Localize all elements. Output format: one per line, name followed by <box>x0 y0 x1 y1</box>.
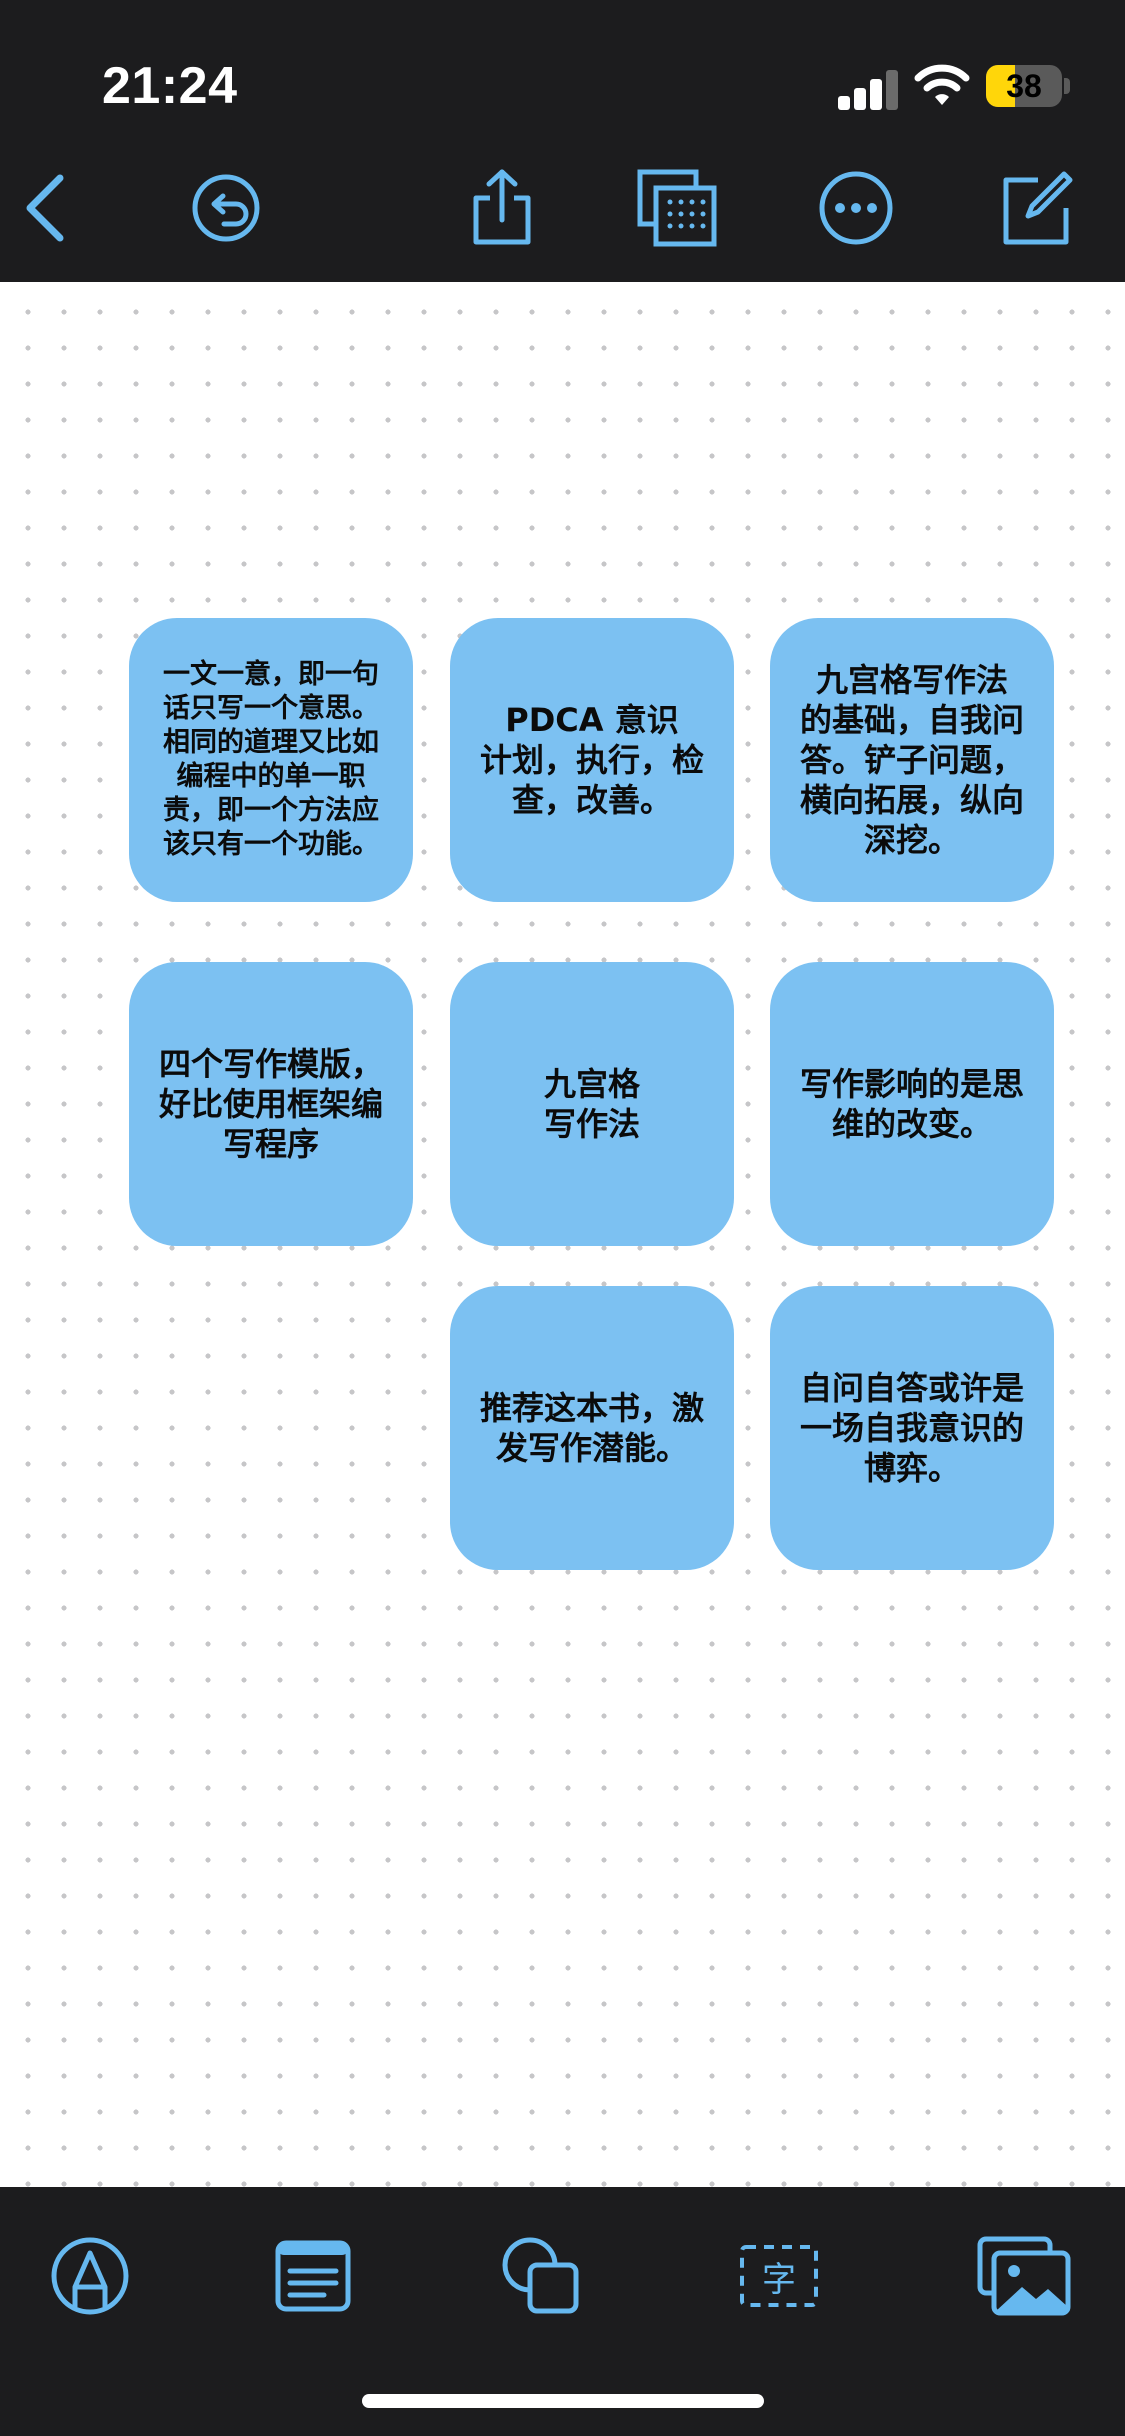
back-chevron-icon <box>26 174 64 242</box>
pen-icon <box>51 2237 129 2315</box>
sticky-note-text: 九宫格 写作法 <box>543 1065 640 1143</box>
top-bar: 21:24 38 <box>0 0 1125 282</box>
battery-indicator: 38 <box>986 65 1070 107</box>
grid-view-button[interactable] <box>636 168 720 248</box>
note-tool-button[interactable] <box>268 2231 358 2321</box>
sticky-note[interactable]: PDCA 意识 计划，执行，检 查，改善。 <box>450 618 734 902</box>
cellular-signal-icon <box>838 68 898 110</box>
compose-icon <box>1003 171 1073 245</box>
photo-tool-button[interactable] <box>976 2231 1072 2321</box>
sticky-note-text: 一文一意，即一句 话只写一个意思。 相同的道理又比如 编程中的单一职 责，即一个… <box>163 659 379 860</box>
more-button[interactable] <box>816 168 896 248</box>
text-box-icon: 字 <box>740 2245 818 2307</box>
freeform-canvas[interactable]: 一文一意，即一句 话只写一个意思。 相同的道理又比如 编程中的单一职 责，即一个… <box>0 282 1125 2187</box>
shapes-icon <box>502 2237 579 2314</box>
sticky-note-text: 写作影响的是思 维的改变。 <box>799 1065 1024 1143</box>
grid-view-icon <box>637 169 717 247</box>
sticky-note[interactable]: 四个写作模版， 好比使用框架编 写程序 <box>129 962 413 1246</box>
sticky-note-text: 推荐这本书，激 发写作潜能。 <box>479 1389 704 1467</box>
text-box-tool-button[interactable]: 字 <box>734 2231 824 2321</box>
share-icon <box>473 169 531 245</box>
svg-text:字: 字 <box>762 2260 796 2300</box>
more-icon <box>819 171 893 245</box>
share-button[interactable] <box>462 168 542 248</box>
wifi-icon <box>914 62 970 108</box>
sticky-note[interactable]: 推荐这本书，激 发写作潜能。 <box>450 1286 734 1570</box>
back-button[interactable] <box>8 168 88 248</box>
compose-button[interactable] <box>994 168 1074 248</box>
battery-percent: 38 <box>1006 68 1042 104</box>
sticky-note[interactable]: 自问自答或许是 一场自我意识的 博弈。 <box>770 1286 1054 1570</box>
home-indicator[interactable] <box>362 2394 764 2408</box>
status-time: 21:24 <box>102 57 238 115</box>
sticky-note-text: 自问自答或许是 一场自我意识的 博弈。 <box>799 1369 1024 1487</box>
note-text-icon <box>275 2240 351 2312</box>
shapes-tool-button[interactable] <box>496 2231 586 2321</box>
sticky-note[interactable]: 写作影响的是思 维的改变。 <box>770 962 1054 1246</box>
sticky-note-text: PDCA 意识 计划，执行，检 查，改善。 <box>479 701 704 819</box>
undo-icon <box>192 174 260 242</box>
pen-tool-button[interactable] <box>45 2231 135 2321</box>
sticky-note[interactable]: 九宫格写作法 的基础，自我问 答。铲子问题， 横向拓展，纵向 深挖。 <box>770 618 1054 902</box>
sticky-note-center[interactable]: 九宫格 写作法 <box>450 962 734 1246</box>
sticky-note-text: 九宫格写作法 的基础，自我问 答。铲子问题， 横向拓展，纵向 深挖。 <box>799 661 1024 859</box>
sticky-note[interactable]: 一文一意，即一句 话只写一个意思。 相同的道理又比如 编程中的单一职 责，即一个… <box>129 618 413 902</box>
undo-button[interactable] <box>186 168 266 248</box>
photo-icon <box>977 2236 1071 2316</box>
sticky-note-text: 四个写作模版， 好比使用框架编 写程序 <box>158 1045 383 1163</box>
